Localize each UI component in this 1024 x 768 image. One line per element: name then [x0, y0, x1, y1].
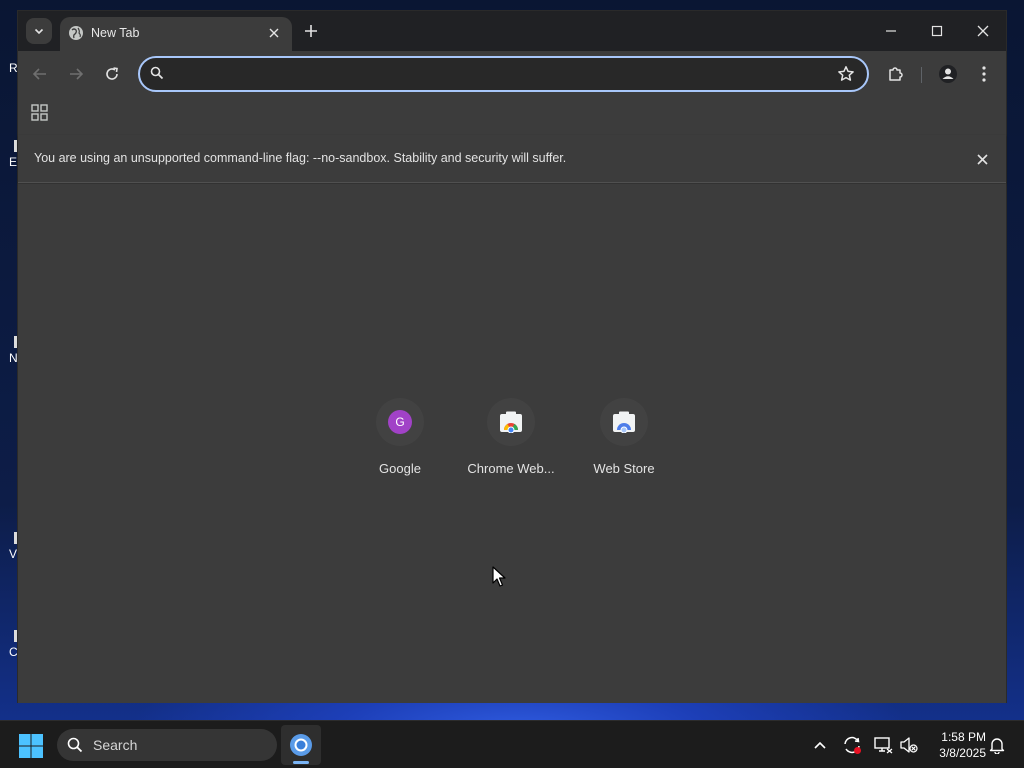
sync-icon — [844, 736, 861, 754]
desktop-icon-2[interactable]: E — [0, 140, 19, 169]
volume-muted-icon — [900, 737, 918, 753]
minimize-icon — [886, 30, 896, 32]
tray-volume-button[interactable] — [899, 735, 919, 755]
clock-time: 1:58 PM — [941, 730, 986, 744]
address-input[interactable] — [176, 64, 816, 84]
back-button[interactable] — [27, 61, 53, 87]
clock-date: 3/8/2025 — [939, 746, 986, 760]
title-bar[interactable]: New Tab — [18, 11, 1006, 51]
web-store-icon — [613, 411, 635, 433]
windows-start-icon[interactable] — [18, 733, 44, 759]
person-icon — [939, 65, 957, 83]
chrome-icon — [290, 734, 312, 756]
reload-button[interactable] — [99, 61, 125, 87]
forward-button[interactable] — [63, 61, 89, 87]
close-icon — [269, 28, 279, 38]
new-tab-button[interactable] — [300, 20, 322, 42]
shortcut-tile: G — [376, 398, 424, 446]
close-icon — [977, 25, 989, 37]
bookmarks-bar — [18, 97, 1006, 129]
address-bar[interactable] — [138, 56, 869, 92]
maximize-button[interactable] — [922, 18, 952, 44]
desktop-icon-5[interactable]: C — [0, 630, 19, 659]
bell-icon — [989, 738, 1005, 754]
tray-network-button[interactable] — [873, 735, 893, 755]
search-icon — [67, 737, 83, 753]
reload-icon — [106, 67, 118, 80]
shortcut-google[interactable]: G Google — [344, 398, 456, 476]
toolbar — [18, 51, 1006, 97]
tray-overflow-button[interactable] — [810, 735, 830, 755]
search-icon — [150, 66, 164, 80]
close-tab-button[interactable] — [264, 23, 284, 43]
shortcut-tile — [600, 398, 648, 446]
shortcut-label: Google — [379, 461, 421, 476]
taskbar-clock[interactable]: 1:58 PM 3/8/2025 — [928, 729, 986, 761]
shortcut-label: Web Store — [593, 461, 655, 476]
tab-title: New Tab — [91, 26, 140, 40]
more-vert-icon — [982, 66, 986, 82]
mouse-cursor-icon — [492, 566, 506, 587]
shortcut-label: Chrome Web... — [467, 461, 555, 476]
warning-infobar: You are using an unsupported command-lin… — [18, 135, 1006, 183]
minimize-button[interactable] — [876, 18, 906, 44]
close-window-button[interactable] — [968, 18, 998, 44]
chevron-down-icon — [34, 28, 44, 35]
taskbar: Search 1:58 PM 3/8/2025 — [0, 720, 1024, 768]
menu-button[interactable] — [971, 61, 997, 87]
infobar-message: You are using an unsupported command-lin… — [34, 151, 567, 165]
desktop-icon-4[interactable]: V — [0, 532, 19, 561]
desktop-icon-1[interactable]: R — [0, 58, 18, 75]
bookmark-star-icon[interactable] — [837, 65, 855, 83]
network-icon — [874, 737, 893, 754]
active-indicator — [293, 761, 309, 764]
plus-icon — [305, 25, 317, 37]
toolbar-separator — [921, 67, 922, 83]
extensions-button[interactable] — [883, 61, 909, 87]
close-icon — [976, 153, 988, 165]
shortcut-web-store[interactable]: Web Store — [568, 398, 680, 476]
maximize-icon — [931, 25, 943, 37]
chevron-up-icon — [814, 741, 826, 749]
profile-button[interactable] — [935, 61, 961, 87]
shortcut-tile — [487, 398, 535, 446]
globe-icon — [69, 26, 83, 40]
puzzle-icon — [889, 67, 903, 81]
desktop-icon-3[interactable]: N — [0, 336, 19, 365]
tray-sync-button[interactable] — [842, 735, 862, 755]
taskbar-search-box[interactable]: Search — [57, 729, 277, 761]
google-letter-icon: G — [388, 410, 412, 434]
arrow-left-icon — [32, 68, 46, 80]
arrow-right-icon — [70, 68, 84, 80]
taskbar-chrome-button[interactable] — [281, 725, 321, 765]
tab-search-button[interactable] — [26, 18, 52, 44]
chrome-web-store-icon — [500, 411, 522, 433]
infobar-close-button[interactable] — [972, 149, 992, 169]
new-tab-page: G Google Chrome Web... Web Store — [18, 184, 1006, 703]
taskbar-search-label: Search — [93, 737, 138, 753]
browser-window: New Tab You are using an unsupported com… — [17, 10, 1007, 703]
tab-new-tab[interactable]: New Tab — [60, 17, 292, 51]
shortcut-chrome-web-store[interactable]: Chrome Web... — [455, 398, 567, 476]
notifications-button[interactable] — [987, 735, 1007, 755]
apps-grid-icon[interactable] — [30, 103, 50, 123]
